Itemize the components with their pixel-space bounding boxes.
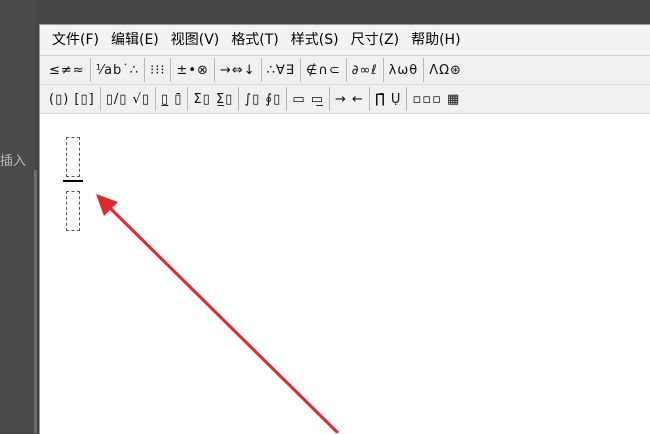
watermark-logo-text: Bai du 经验 [492,371,619,396]
baidu-jingyan-watermark: Bai du 经验 jingyan.baidu.com [492,366,618,411]
arrow-shaft [106,204,340,433]
watermark-url: jingyan.baidu.com [492,400,573,411]
